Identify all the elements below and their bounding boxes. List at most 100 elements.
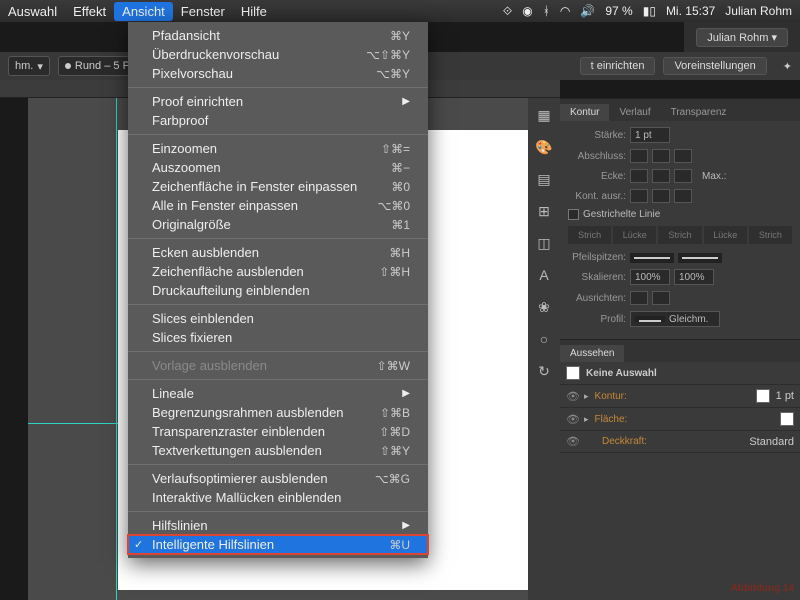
menu-item[interactable]: Verlaufsoptimierer ausblenden⌥⌘G xyxy=(128,469,428,488)
shortcut: ⇧⌘D xyxy=(379,425,410,439)
swatch-field[interactable]: hm. ▾ xyxy=(8,56,50,76)
menu-item[interactable]: Ecken ausblenden⌘H xyxy=(128,243,428,262)
tab-kontur[interactable]: Kontur xyxy=(560,104,609,121)
submenu-arrow-icon: ▶ xyxy=(402,96,410,107)
menu-item[interactable]: Alle in Fenster einpassen ⌥⌘0 xyxy=(128,196,428,215)
menu-item[interactable]: Pixelvorschau⌥⌘Y xyxy=(128,64,428,83)
appearance-panel: Aussehen Keine Auswahl 👁▸Kontur:1 pt 👁▸F… xyxy=(560,339,800,453)
stroke-weight-input[interactable]: 1 pt xyxy=(630,127,670,143)
shortcut: ⌥⌘G xyxy=(375,472,410,486)
menu-item[interactable]: Transparenzraster einblenden⇧⌘D xyxy=(128,422,428,441)
ellipse-icon[interactable]: ○ xyxy=(535,330,553,348)
dropbox-icon[interactable]: ⟐ xyxy=(503,4,512,19)
no-selection: Keine Auswahl xyxy=(586,368,794,379)
arrow-align-2[interactable] xyxy=(652,291,670,305)
arrow-align-1[interactable] xyxy=(630,291,648,305)
swatches-icon[interactable]: ▤ xyxy=(535,170,553,188)
menu-label: Alle in Fenster einpassen xyxy=(152,198,298,213)
menu-item[interactable]: Druckaufteilung einblenden xyxy=(128,281,428,300)
profile-select[interactable]: Gleichm. xyxy=(630,311,720,327)
menu-label: Überdruckenvorschau xyxy=(152,47,279,62)
brushes-icon[interactable]: ⊞ xyxy=(535,202,553,220)
scale-1[interactable]: 100% xyxy=(630,269,670,285)
disclosure-icon[interactable]: ▸ xyxy=(584,391,589,402)
menu-item[interactable]: Überdruckenvorschau⌥⇧⌘Y xyxy=(128,45,428,64)
guide-vertical[interactable] xyxy=(116,98,117,600)
menu-label: Proof einrichten xyxy=(152,94,243,109)
menu-item[interactable]: Begrenzungsrahmen ausblenden⇧⌘B xyxy=(128,403,428,422)
menu-ansicht[interactable]: Ansicht xyxy=(114,2,173,21)
dashed-checkbox[interactable] xyxy=(568,209,579,220)
submenu-arrow-icon: ▶ xyxy=(402,520,410,531)
align-inside[interactable] xyxy=(652,189,670,203)
volume-icon[interactable]: 🔊 xyxy=(580,4,595,18)
type-icon[interactable]: A xyxy=(535,266,553,284)
menu-effekt[interactable]: Effekt xyxy=(73,4,106,19)
user-name[interactable]: Julian Rohm xyxy=(725,4,792,18)
arrow-end[interactable] xyxy=(678,253,722,263)
menu-item[interactable]: Auszoomen⌘− xyxy=(128,158,428,177)
eye-icon[interactable]: 👁 xyxy=(566,435,578,448)
menu-label: Einzoomen xyxy=(152,141,217,156)
sync-icon[interactable]: ◉ xyxy=(522,4,532,18)
menu-item[interactable]: Zeichenfläche ausblenden⇧⌘H xyxy=(128,262,428,281)
disclosure-icon[interactable]: ▸ xyxy=(584,414,589,425)
menu-item[interactable]: Proof einrichten ▶ xyxy=(128,92,428,111)
clock[interactable]: Mi. 15:37 xyxy=(666,4,715,18)
menu-item[interactable]: ✓Intelligente Hilfslinien⌘U xyxy=(128,535,428,554)
swatch-thumb xyxy=(566,366,580,380)
symbol-icon[interactable]: ❀ xyxy=(535,298,553,316)
join-bevel[interactable] xyxy=(674,169,692,183)
menu-item[interactable]: Einzoomen⇧⌘= xyxy=(128,139,428,158)
menu-item[interactable]: Hilfslinien▶ xyxy=(128,516,428,535)
tab-transparenz[interactable]: Transparenz xyxy=(661,104,737,121)
wifi-icon[interactable]: ◠ xyxy=(560,4,570,18)
menu-label: Slices fixieren xyxy=(152,330,232,345)
dash-fields: Strich Lücke Strich Lücke Strich xyxy=(568,226,792,244)
cap-square[interactable] xyxy=(674,149,692,163)
scale-2[interactable]: 100% xyxy=(674,269,714,285)
cap-butt[interactable] xyxy=(630,149,648,163)
item-deckkraft[interactable]: Deckkraft: xyxy=(602,436,743,447)
menu-item[interactable]: Pfadansicht⌘Y xyxy=(128,26,428,45)
menu-item[interactable]: Farbproof xyxy=(128,111,428,130)
sparkle-icon[interactable]: ✦ xyxy=(783,60,792,73)
system-menubar: Auswahl Effekt Ansicht Fenster Hilfe ⟐ ◉… xyxy=(0,0,800,22)
eye-icon[interactable]: 👁 xyxy=(566,390,578,403)
artboards-icon[interactable]: ◫ xyxy=(535,234,553,252)
setup-button[interactable]: t einrichten xyxy=(580,57,656,75)
grid-icon[interactable]: ▦ xyxy=(535,106,553,124)
menu-item[interactable]: Zeichenfläche in Fenster einpassen⌘0 xyxy=(128,177,428,196)
color-icon[interactable]: 🎨 xyxy=(535,138,553,156)
prefs-button[interactable]: Voreinstellungen xyxy=(663,57,766,75)
flaeche-swatch[interactable] xyxy=(780,412,794,426)
menu-item[interactable]: Interaktive Mallücken einblenden xyxy=(128,488,428,507)
battery-icon[interactable]: ▮▯ xyxy=(643,4,656,18)
menu-item[interactable]: Textverkettungen ausblenden⇧⌘Y xyxy=(128,441,428,460)
kontur-swatch[interactable] xyxy=(756,389,770,403)
menu-item[interactable]: Originalgröße⌘1 xyxy=(128,215,428,234)
cap-round[interactable] xyxy=(652,149,670,163)
align-center[interactable] xyxy=(630,189,648,203)
bluetooth-icon[interactable]: ᚼ xyxy=(543,4,550,18)
join-round[interactable] xyxy=(652,169,670,183)
join-miter[interactable] xyxy=(630,169,648,183)
dash-label: Lücke xyxy=(704,226,747,244)
tab-aussehen[interactable]: Aussehen xyxy=(560,345,624,362)
app-title-bar: Julian Rohm ▾ xyxy=(684,22,800,52)
menu-auswahl[interactable]: Auswahl xyxy=(8,4,57,19)
menu-item[interactable]: Slices einblenden xyxy=(128,309,428,328)
item-kontur[interactable]: Kontur: xyxy=(595,391,750,402)
item-flaeche[interactable]: Fläche: xyxy=(595,414,774,425)
menu-item[interactable]: Slices fixieren xyxy=(128,328,428,347)
menu-item[interactable]: Lineale▶ xyxy=(128,384,428,403)
menu-hilfe[interactable]: Hilfe xyxy=(241,4,267,19)
user-dropdown[interactable]: Julian Rohm ▾ xyxy=(696,28,788,47)
shortcut: ⌥⌘0 xyxy=(377,199,410,213)
align-outside[interactable] xyxy=(674,189,692,203)
arrow-start[interactable] xyxy=(630,253,674,263)
history-icon[interactable]: ↻ xyxy=(535,362,553,380)
eye-icon[interactable]: 👁 xyxy=(566,413,578,426)
tab-verlauf[interactable]: Verlauf xyxy=(609,104,660,121)
menu-fenster[interactable]: Fenster xyxy=(181,4,225,19)
